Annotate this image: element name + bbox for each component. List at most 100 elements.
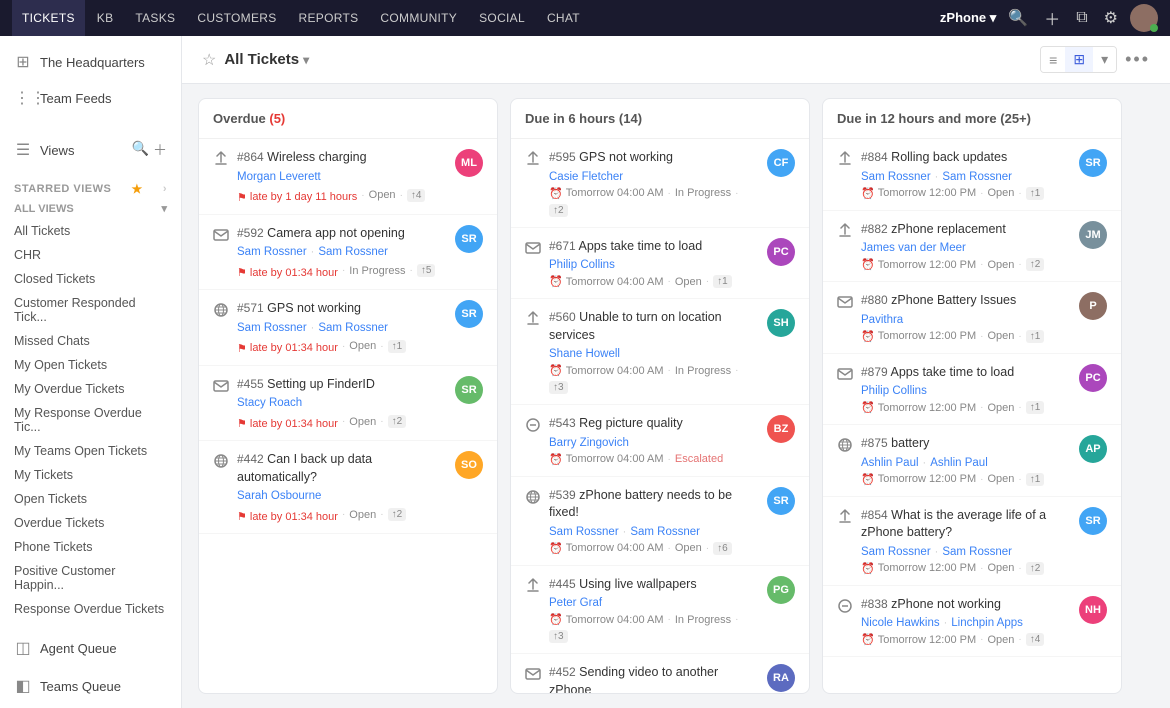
sidebar-view-item[interactable]: Phone Tickets: [0, 535, 181, 559]
ticket-card[interactable]: #879 Apps take time to loadPhilip Collin…: [823, 354, 1121, 426]
sidebar-view-item[interactable]: My Open Tickets: [0, 353, 181, 377]
agent-name[interactable]: Peter Graf: [549, 597, 602, 609]
clock-icon: ⏰: [549, 364, 563, 377]
views-search-icon[interactable]: 🔍: [132, 140, 149, 160]
sidebar-item-teams-queue[interactable]: ◧ Teams Queue: [0, 667, 181, 705]
agent-name[interactable]: Sam Rossner: [318, 322, 388, 334]
agent-name[interactable]: James van der Meer: [861, 242, 966, 254]
nav-reports[interactable]: REPORTS: [289, 0, 369, 36]
sidebar-view-item[interactable]: CHR: [0, 243, 181, 267]
agent-name[interactable]: Sam Rossner: [237, 322, 307, 334]
ticket-card[interactable]: #452 Sending video to another zPhoneRaje…: [511, 654, 809, 693]
ticket-card[interactable]: #592 Camera app not openingSam Rossner·S…: [199, 215, 497, 291]
ticket-status: Open: [987, 473, 1014, 485]
ticket-card[interactable]: #560 Unable to turn on location services…: [511, 299, 809, 405]
nav-tickets[interactable]: TICKETS: [12, 0, 85, 36]
sidebar-views-header[interactable]: ☰ Views 🔍 ＋: [0, 132, 181, 168]
top-nav: TICKETS KB TASKS CUSTOMERS REPORTS COMMU…: [0, 0, 1170, 36]
list-view-btn[interactable]: ≡: [1041, 47, 1065, 72]
agent-name[interactable]: Ashlin Paul: [930, 457, 988, 469]
ticket-card[interactable]: #445 Using live wallpapersPeter Graf⏰Tom…: [511, 566, 809, 655]
agent-name[interactable]: Sam Rossner: [942, 171, 1012, 183]
settings-icon[interactable]: ⚙: [1100, 4, 1122, 32]
sidebar-view-item[interactable]: Closed Tickets: [0, 267, 181, 291]
ticket-card[interactable]: #875 batteryAshlin Paul·Ashlin Paul⏰Tomo…: [823, 425, 1121, 497]
ticket-title: #838 zPhone not working: [861, 596, 1071, 614]
ticket-status: Open: [349, 416, 376, 428]
add-icon[interactable]: ＋: [1040, 2, 1064, 34]
sidebar-view-item[interactable]: My Response Overdue Tic...: [0, 401, 181, 439]
agent-name[interactable]: Sam Rossner: [549, 526, 619, 538]
ticket-badge: ↑1: [1026, 187, 1045, 200]
agent-name[interactable]: Sam Rossner: [942, 546, 1012, 558]
notification-icon[interactable]: ⧉: [1072, 5, 1091, 31]
agent-name[interactable]: Sarah Osbourne: [237, 490, 321, 502]
ticket-card[interactable]: #571 GPS not workingSam Rossner·Sam Ross…: [199, 290, 497, 366]
ticket-card[interactable]: #543 Reg picture qualityBarry Zingovich⏰…: [511, 405, 809, 477]
ticket-card[interactable]: #882 zPhone replacementJames van der Mee…: [823, 211, 1121, 283]
nav-kb[interactable]: KB: [87, 0, 124, 36]
agent-name[interactable]: Casie Fletcher: [549, 171, 623, 183]
agent-name[interactable]: Sam Rossner: [318, 246, 388, 258]
sidebar-item-team-feeds[interactable]: ⋮⋮ Team Feeds: [0, 80, 181, 116]
agent-name[interactable]: Sam Rossner: [237, 246, 307, 258]
ticket-time: ⏰Tomorrow 04:00 AM: [549, 187, 664, 200]
ticket-card[interactable]: #864 Wireless chargingMorgan Leverett⚑la…: [199, 139, 497, 215]
ticket-card[interactable]: #595 GPS not workingCasie Fletcher⏰Tomor…: [511, 139, 809, 228]
favorite-star-icon[interactable]: ☆: [202, 50, 216, 70]
ticket-card[interactable]: #442 Can I back up data automatically?Sa…: [199, 441, 497, 534]
sidebar-view-item[interactable]: Response Overdue Tickets: [0, 597, 181, 621]
clock-icon: ⏰: [549, 275, 563, 288]
all-views-chevron[interactable]: ▾: [161, 202, 167, 215]
ticket-card[interactable]: #455 Setting up FinderIDStacy Roach⚑late…: [199, 366, 497, 442]
agent-name[interactable]: Philip Collins: [549, 259, 615, 271]
user-avatar[interactable]: [1130, 4, 1158, 32]
agent-name[interactable]: Morgan Leverett: [237, 171, 321, 183]
agent-name[interactable]: Sam Rossner: [630, 526, 700, 538]
agent-name[interactable]: Philip Collins: [861, 385, 927, 397]
sidebar-view-item[interactable]: Missed Chats: [0, 329, 181, 353]
sidebar-view-item[interactable]: Overdue Tickets: [0, 511, 181, 535]
view-options-btn[interactable]: ▾: [1093, 47, 1116, 72]
agent-name[interactable]: Ashlin Paul: [861, 457, 919, 469]
ticket-card[interactable]: #671 Apps take time to loadPhilip Collin…: [511, 228, 809, 300]
search-icon[interactable]: 🔍: [1004, 4, 1032, 32]
sidebar-item-agent-queue[interactable]: ◫ Agent Queue: [0, 629, 181, 667]
agent-name[interactable]: Shane Howell: [549, 348, 620, 360]
agent-name[interactable]: Sam Rossner: [861, 546, 931, 558]
nav-social[interactable]: SOCIAL: [469, 0, 535, 36]
ticket-type-icon: [213, 453, 229, 474]
page-title[interactable]: All Tickets ▾: [224, 51, 309, 68]
sidebar-view-item[interactable]: Customer Responded Tick...: [0, 291, 181, 329]
views-add-icon[interactable]: ＋: [153, 140, 167, 160]
kanban-view-btn[interactable]: ⊞: [1065, 47, 1093, 72]
col-count: (25+): [1000, 111, 1031, 126]
agent-name[interactable]: Pavithra: [861, 314, 903, 326]
ticket-card[interactable]: #884 Rolling back updatesSam Rossner·Sam…: [823, 139, 1121, 211]
ticket-card[interactable]: #880 zPhone Battery IssuesPavithra⏰Tomor…: [823, 282, 1121, 354]
ticket-card[interactable]: #539 zPhone battery needs to be fixed!Sa…: [511, 477, 809, 566]
ticket-card[interactable]: #838 zPhone not workingNicole Hawkins·Li…: [823, 586, 1121, 658]
agent-name[interactable]: Barry Zingovich: [549, 437, 629, 449]
sidebar-view-item[interactable]: All Tickets: [0, 219, 181, 243]
sidebar-view-item[interactable]: My Tickets: [0, 463, 181, 487]
sidebar-view-item[interactable]: My Overdue Tickets: [0, 377, 181, 401]
more-options-btn[interactable]: •••: [1125, 49, 1150, 70]
ticket-id: #671: [549, 239, 576, 253]
ticket-type-icon: [213, 151, 229, 172]
agent-name[interactable]: Linchpin Apps: [951, 617, 1023, 629]
nav-customers[interactable]: CUSTOMERS: [187, 0, 286, 36]
kanban-column: Due in 6 hours (14)#595 GPS not workingC…: [510, 98, 810, 694]
ticket-card[interactable]: #854 What is the average life of a zPhon…: [823, 497, 1121, 586]
sidebar-item-headquarters[interactable]: ⊞ The Headquarters: [0, 44, 181, 80]
agent-name[interactable]: Stacy Roach: [237, 397, 302, 409]
agent-name[interactable]: Sam Rossner: [861, 171, 931, 183]
nav-community[interactable]: COMMUNITY: [370, 0, 467, 36]
nav-tasks[interactable]: TASKS: [125, 0, 185, 36]
brand-name[interactable]: zPhone ▾: [940, 10, 996, 26]
sidebar-view-item[interactable]: My Teams Open Tickets: [0, 439, 181, 463]
agent-name[interactable]: Nicole Hawkins: [861, 617, 940, 629]
sidebar-view-item[interactable]: Open Tickets: [0, 487, 181, 511]
nav-chat[interactable]: CHAT: [537, 0, 590, 36]
sidebar-view-item[interactable]: Positive Customer Happin...: [0, 559, 181, 597]
